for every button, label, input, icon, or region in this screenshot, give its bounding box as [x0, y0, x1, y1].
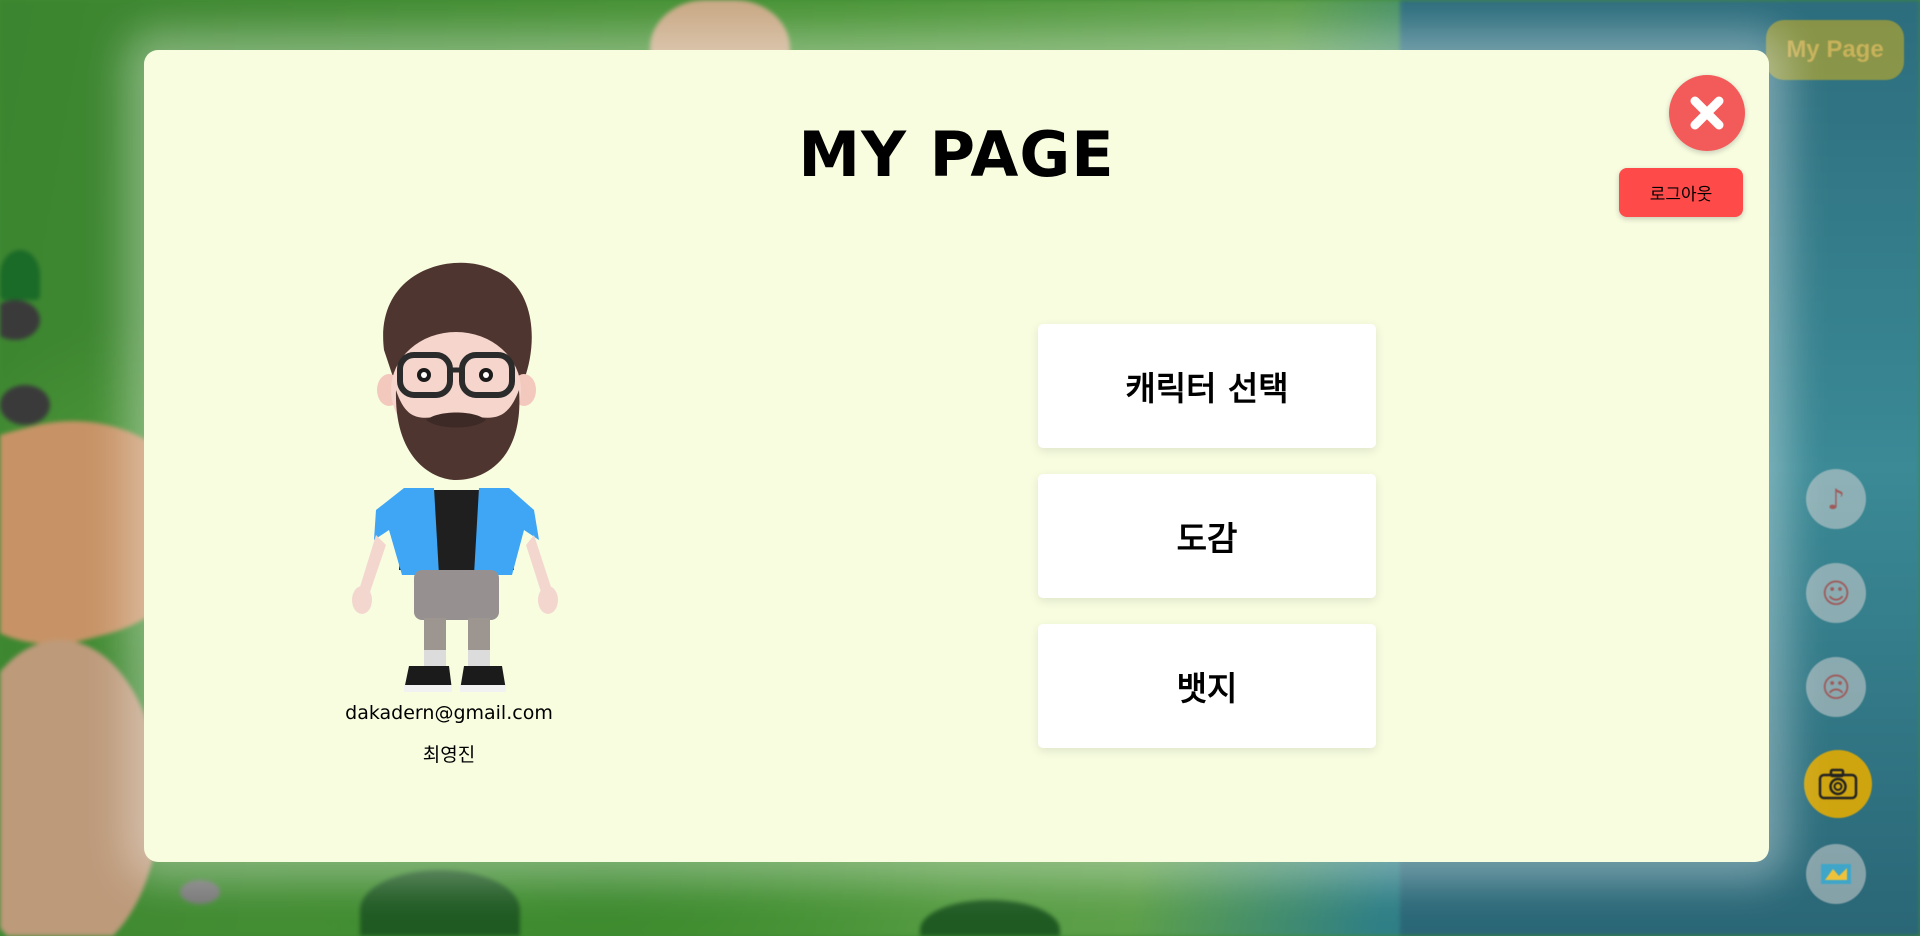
camera-icon[interactable] — [1804, 750, 1872, 818]
character-select-button[interactable]: 캐릭터 선택 — [1038, 324, 1376, 448]
dance-icon[interactable]: ♪ — [1806, 469, 1866, 529]
character-avatar — [352, 262, 558, 692]
emoji-icon[interactable]: ☹ — [1806, 657, 1866, 717]
page-title: MY PAGE — [798, 118, 1115, 191]
my-page-button[interactable]: My Page — [1766, 20, 1904, 80]
close-button[interactable] — [1669, 75, 1745, 151]
logout-button[interactable]: 로그아웃 — [1619, 168, 1743, 217]
my-page-modal: MY PAGE 로그아웃 dakadern@gmail.com 최영진 캐릭터 … — [144, 50, 1769, 862]
friends-icon[interactable]: ☺ — [1806, 563, 1866, 623]
profile-name: 최영진 — [422, 744, 476, 766]
map-icon[interactable] — [1806, 844, 1866, 904]
profile-email: dakadern@gmail.com — [345, 702, 553, 724]
badge-button[interactable]: 뱃지 — [1038, 624, 1376, 748]
close-icon — [1690, 96, 1724, 130]
encyclopedia-button[interactable]: 도감 — [1038, 474, 1376, 598]
